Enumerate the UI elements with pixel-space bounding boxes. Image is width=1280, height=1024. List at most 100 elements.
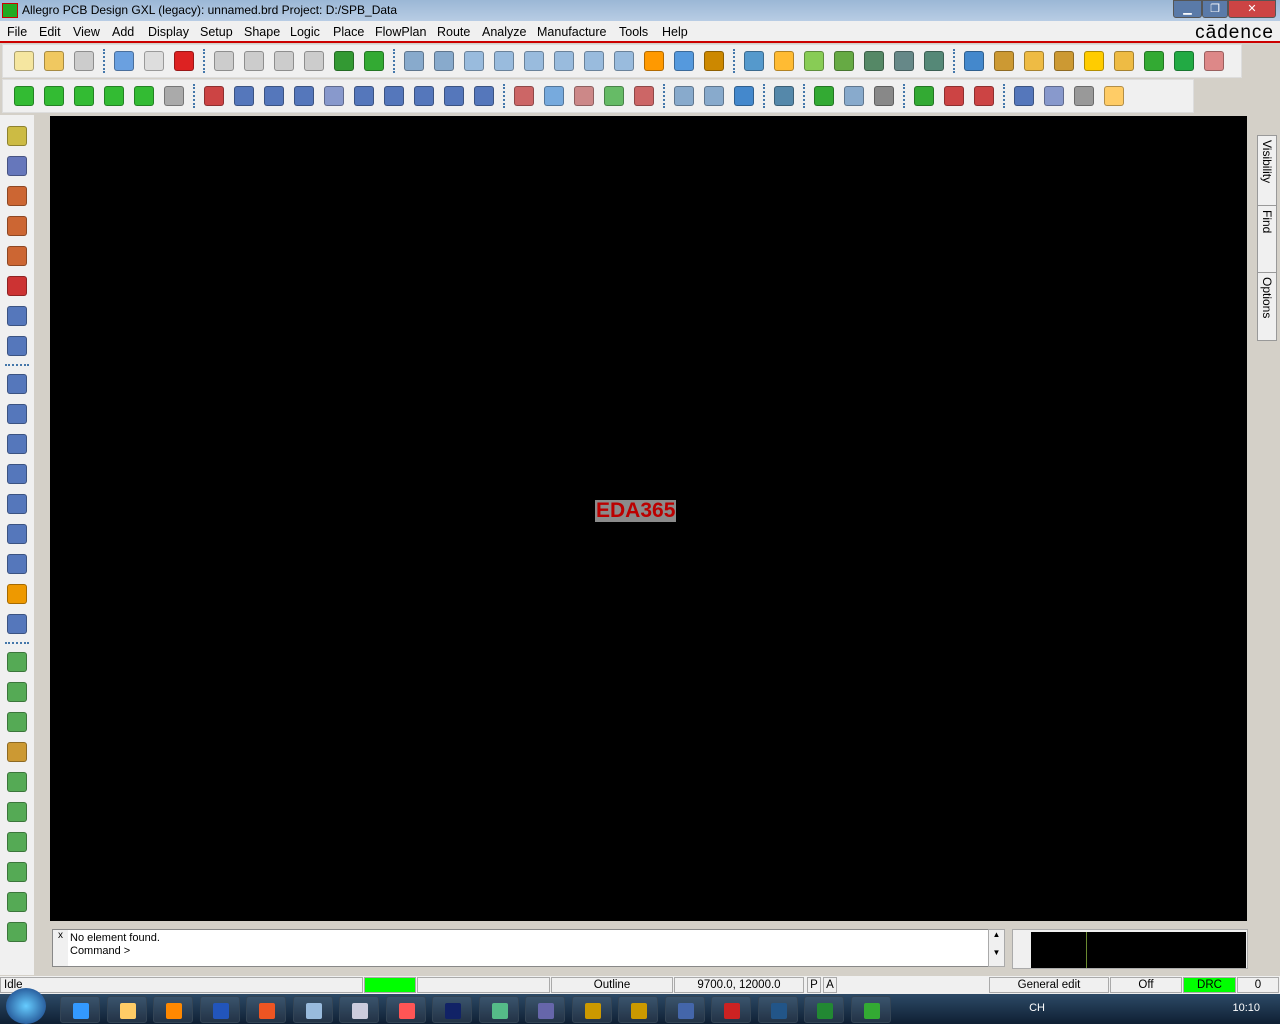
- connector-icon[interactable]: [874, 86, 894, 106]
- u1-icon[interactable]: [844, 86, 864, 106]
- connect2-icon[interactable]: [7, 682, 27, 702]
- clean-icon[interactable]: [1054, 51, 1074, 71]
- circle-icon[interactable]: [294, 86, 314, 106]
- command-close-button[interactable]: x: [53, 930, 68, 966]
- menu-analyze[interactable]: Analyze: [482, 25, 526, 39]
- status-layer[interactable]: Outline: [551, 977, 673, 993]
- zoom-out-icon[interactable]: [554, 51, 574, 71]
- menu-view[interactable]: View: [73, 25, 100, 39]
- table-icon[interactable]: [7, 892, 27, 912]
- slide-icon[interactable]: [7, 156, 27, 176]
- frect-icon[interactable]: [354, 86, 374, 106]
- dim2-icon[interactable]: [974, 86, 994, 106]
- square-icon[interactable]: [414, 86, 434, 106]
- ratsnest-icon[interactable]: [334, 51, 354, 71]
- flip-icon[interactable]: [704, 51, 724, 71]
- menu-help[interactable]: Help: [662, 25, 688, 39]
- delete-pin-icon[interactable]: [204, 86, 224, 106]
- testpoint-icon[interactable]: [7, 584, 27, 604]
- undo-icon[interactable]: [214, 51, 234, 71]
- properties-icon[interactable]: [994, 51, 1014, 71]
- route-icon[interactable]: [7, 126, 27, 146]
- mail-icon[interactable]: [704, 86, 724, 106]
- library-icon[interactable]: [7, 524, 27, 544]
- status-mode[interactable]: General edit: [989, 977, 1109, 993]
- tune-icon[interactable]: [7, 336, 27, 356]
- zoom-in-icon[interactable]: [524, 51, 544, 71]
- menu-file[interactable]: File: [7, 25, 27, 39]
- taskbar-folder[interactable]: [106, 996, 147, 1023]
- redo-icon[interactable]: [274, 51, 294, 71]
- diff-pair-icon[interactable]: [7, 742, 27, 762]
- text-edit-icon[interactable]: [1104, 86, 1124, 106]
- taskbar-word[interactable]: [199, 996, 240, 1023]
- clock[interactable]: 10:10: [1232, 1002, 1260, 1014]
- save-icon[interactable]: [74, 51, 94, 71]
- world-icon[interactable]: [924, 51, 944, 71]
- minimize-button[interactable]: ▁: [1173, 0, 1202, 18]
- menu-shape[interactable]: Shape: [244, 25, 280, 39]
- text-add-icon[interactable]: [1074, 86, 1094, 106]
- circle2-icon[interactable]: [444, 86, 464, 106]
- zoom-previous-icon[interactable]: [584, 51, 604, 71]
- odb-icon[interactable]: [7, 374, 27, 394]
- pin-icon[interactable]: [364, 51, 384, 71]
- menu-edit[interactable]: Edit: [39, 25, 61, 39]
- move-icon[interactable]: [114, 51, 134, 71]
- menu-setup[interactable]: Setup: [200, 25, 233, 39]
- line-icon[interactable]: [234, 86, 254, 106]
- menu-flowplan[interactable]: FlowPlan: [375, 25, 426, 39]
- close-button[interactable]: ✕: [1228, 0, 1276, 18]
- zoom-points-icon[interactable]: [464, 51, 484, 71]
- check-icon[interactable]: [604, 86, 624, 106]
- ecm-icon[interactable]: [864, 51, 884, 71]
- menu-logic[interactable]: Logic: [290, 25, 320, 39]
- taskbar-photoshop[interactable]: [432, 996, 472, 1023]
- design-canvas[interactable]: EDA365: [50, 116, 1247, 921]
- bus-icon[interactable]: [7, 862, 27, 882]
- wave-icon[interactable]: [774, 86, 794, 106]
- zoom-window-icon[interactable]: [494, 51, 514, 71]
- layers-stack-icon[interactable]: [834, 51, 854, 71]
- command-scrollbar[interactable]: ▲ ▼: [988, 929, 1005, 967]
- 3d-view-icon[interactable]: [674, 51, 694, 71]
- taskbar-allegro[interactable]: [664, 996, 705, 1023]
- glossing-icon[interactable]: [7, 306, 27, 326]
- undo-to-icon[interactable]: [244, 51, 264, 71]
- cross-icon[interactable]: [7, 802, 27, 822]
- taskbar-tool[interactable]: [525, 996, 565, 1023]
- open-icon[interactable]: [44, 51, 64, 71]
- tab-find[interactable]: Find: [1258, 206, 1276, 273]
- connect-icon[interactable]: [7, 652, 27, 672]
- delete-icon[interactable]: [174, 51, 194, 71]
- taskbar-calculator[interactable]: [292, 996, 333, 1023]
- poly-icon[interactable]: [474, 86, 494, 106]
- maximize-button[interactable]: ❐: [1202, 0, 1228, 18]
- refdes-icon[interactable]: [7, 494, 27, 514]
- world-view[interactable]: [1012, 929, 1248, 969]
- array-icon[interactable]: [7, 614, 27, 634]
- layer-icon[interactable]: [804, 51, 824, 71]
- highlight-icon[interactable]: [1084, 51, 1104, 71]
- hourglass-icon[interactable]: [1174, 51, 1194, 71]
- absolute-button[interactable]: A: [823, 977, 837, 993]
- shape-void-icon[interactable]: [74, 86, 94, 106]
- start-button[interactable]: [6, 988, 46, 1024]
- menu-tools[interactable]: Tools: [619, 25, 648, 39]
- shape-select-icon[interactable]: [134, 86, 154, 106]
- menu-manufacture[interactable]: Manufacture: [537, 25, 606, 39]
- grid-icon[interactable]: [7, 554, 27, 574]
- custom-smooth-icon[interactable]: [7, 246, 27, 266]
- measure-icon[interactable]: [1024, 51, 1044, 71]
- redo-to-icon[interactable]: [304, 51, 324, 71]
- menu-add[interactable]: Add: [112, 25, 134, 39]
- copy-icon[interactable]: [144, 51, 164, 71]
- box-icon[interactable]: [1044, 86, 1064, 106]
- drc-indicator[interactable]: DRC: [1183, 977, 1236, 993]
- pencil-icon[interactable]: [634, 86, 654, 106]
- grid-toggle-icon[interactable]: [744, 51, 764, 71]
- tab-visibility[interactable]: Visibility: [1258, 136, 1276, 206]
- menu-route[interactable]: Route: [437, 25, 470, 39]
- help-icon[interactable]: [734, 86, 754, 106]
- trace-icon[interactable]: [7, 832, 27, 852]
